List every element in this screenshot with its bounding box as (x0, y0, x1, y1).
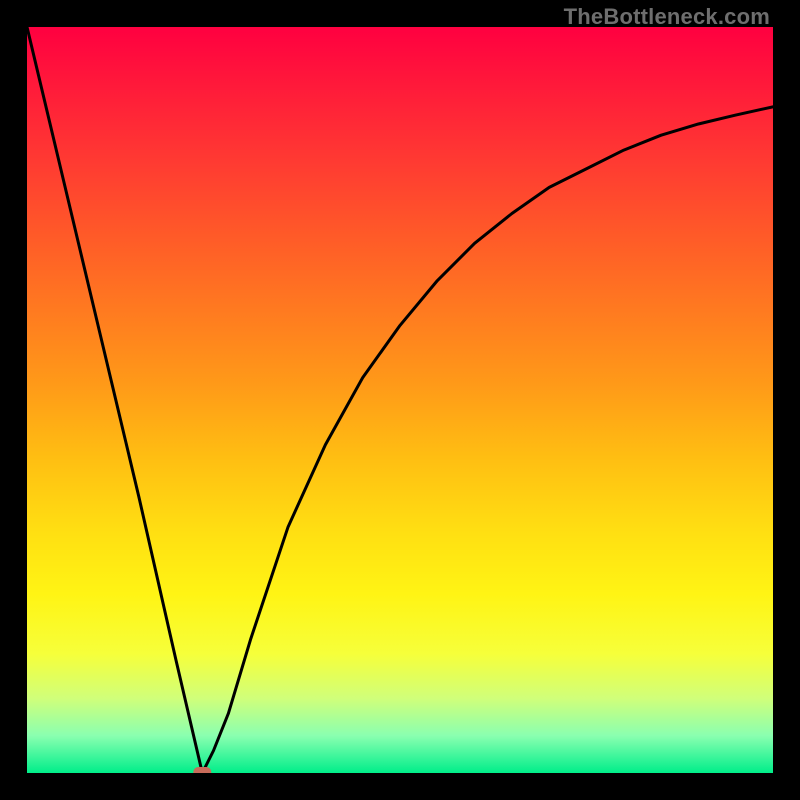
bottleneck-curve (27, 27, 773, 773)
plot-area (27, 27, 773, 773)
curve-layer (27, 27, 773, 773)
minimum-marker-pill (193, 767, 211, 773)
bottleneck-curve-path (27, 27, 773, 773)
minimum-marker (193, 767, 211, 773)
attribution-label: TheBottleneck.com (564, 4, 770, 30)
chart-frame: TheBottleneck.com (0, 0, 800, 800)
